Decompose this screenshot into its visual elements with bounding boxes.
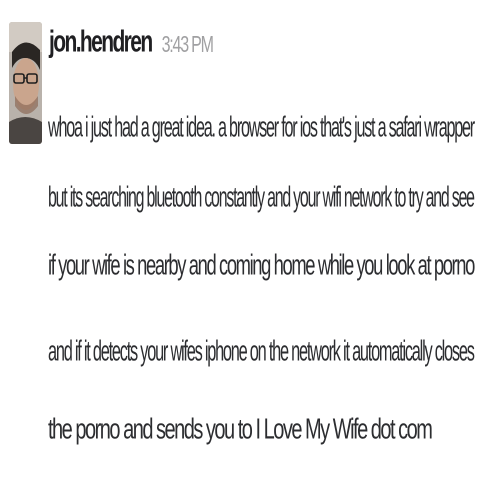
message-header: jon.hendren 3:43 PM [49,25,214,76]
avatar[interactable] [9,22,42,144]
chat-message: jon.hendren 3:43 PM whoa i just had a gr… [0,0,480,480]
username[interactable]: jon.hendren [49,25,153,60]
timestamp[interactable]: 3:43 PM [162,33,214,59]
message-line: the porno and sends you to I Love My Wif… [48,413,433,446]
message-line: if your wife is nearby and coming home w… [48,249,475,282]
avatar-photo [9,22,42,144]
message-line: and if it detects your wifes iphone on t… [48,335,475,368]
message-line: but its searching bluetooth constantly a… [48,181,475,214]
message-line: whoa i just had a great idea. a browser … [48,111,475,144]
